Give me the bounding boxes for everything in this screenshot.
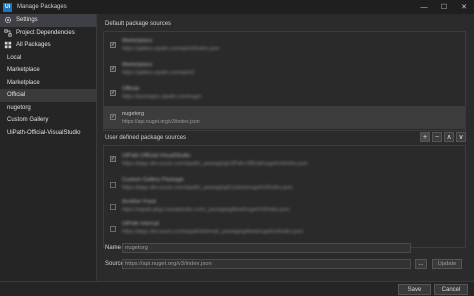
source-checkbox[interactable]: ✓ — [110, 156, 116, 162]
default-sources-list[interactable]: ✓ Marketplace https://gallery.uipath.com… — [103, 31, 466, 131]
sidebar-item-project-dependencies[interactable]: Project Dependencies — [0, 27, 96, 40]
sidebar-item-label: Project Dependencies — [16, 29, 75, 36]
list-item[interactable]: ✓ Marketplace https://gallery.uipath.com… — [104, 58, 465, 80]
sidebar-item-label: Custom Gallery — [7, 117, 49, 124]
sidebar-item-local[interactable]: Local — [0, 52, 96, 65]
name-label: Name — [105, 245, 122, 251]
move-down-button[interactable]: ∨ — [456, 132, 466, 142]
sidebar-item-uipath-official-visualstudio[interactable]: UiPath-Official-VisualStudio — [0, 127, 96, 140]
gear-icon — [4, 16, 12, 24]
close-button[interactable]: ✕ — [454, 0, 474, 14]
cancel-button[interactable]: Cancel — [434, 284, 468, 295]
check-icon: ✓ — [110, 156, 116, 162]
source-checkbox[interactable]: ✓ — [110, 90, 116, 96]
sidebar-item-label: Marketplace — [7, 79, 40, 86]
sidebar-item-label: nugetorg — [7, 104, 31, 111]
dependencies-icon — [4, 29, 12, 37]
list-item[interactable]: ✓ UiPath-Official-VisualStudio https://p… — [104, 150, 465, 170]
check-icon: ✓ — [110, 114, 116, 120]
source-url: https://pkgs.dev.azure.com/uipath/intern… — [122, 229, 304, 235]
source-url: https://gallery.uipath.com/api/v2 — [122, 70, 195, 76]
default-sources-title: Default package sources — [105, 21, 172, 27]
window-controls: — ☐ ✕ — [414, 0, 474, 14]
packages-grid-icon — [4, 41, 12, 49]
sidebar-item-settings[interactable]: Settings — [0, 14, 96, 27]
name-input[interactable]: nugetorg — [122, 243, 411, 253]
sidebar-item-label: Settings — [16, 17, 38, 24]
save-button[interactable]: Save — [398, 284, 431, 295]
source-name: Marketplace — [122, 62, 153, 68]
source-url: https://gallery.uipath.com/api/v3/index.… — [122, 46, 220, 52]
source-url: https://pkgs.dev.azure.com/uipath/_packa… — [122, 185, 293, 191]
sidebar-item-label: Local — [7, 54, 22, 61]
list-item[interactable]: Custom Gallery Package https://pkgs.dev.… — [104, 174, 465, 194]
source-name: Official — [122, 86, 139, 92]
source-checkbox[interactable] — [110, 226, 116, 232]
list-item-selected[interactable]: ✓ nugetorg https://api.nuget.org/v3/inde… — [104, 106, 465, 129]
user-sources-title: User defined package sources — [105, 135, 187, 141]
uipath-logo-icon: Ui — [3, 2, 12, 12]
sidebar-item-all-packages[interactable]: All Packages — [0, 39, 96, 52]
update-button[interactable]: Update — [432, 259, 462, 269]
user-sources-list[interactable]: ✓ UiPath-Official-VisualStudio https://p… — [103, 145, 466, 248]
maximize-button[interactable]: ☐ — [434, 0, 454, 14]
source-checkbox[interactable]: ✓ — [110, 114, 116, 120]
source-checkbox[interactable] — [110, 204, 116, 210]
check-icon: ✓ — [110, 66, 116, 72]
source-name: nugetorg — [122, 111, 145, 117]
sidebar-item-custom-gallery[interactable]: Custom Gallery — [0, 114, 96, 127]
source-name: UiPath Internal — [122, 221, 160, 227]
list-item[interactable]: ✓ Official https://packages.uipath.com/n… — [104, 82, 465, 104]
sidebar-item-marketplace-2[interactable]: Marketplace — [0, 77, 96, 90]
minimize-button[interactable]: — — [414, 0, 434, 14]
source-input[interactable]: https://api.nuget.org/v3/index.json — [122, 259, 411, 269]
source-url: https://uipath.pkgs.visualstudio.com/_pa… — [122, 207, 290, 213]
move-up-button[interactable]: ∧ — [444, 132, 454, 142]
sidebar-item-official[interactable]: Official — [0, 89, 96, 102]
list-item[interactable]: UiPath Internal https://pkgs.dev.azure.c… — [104, 218, 465, 238]
sidebar-item-nugetorg[interactable]: nugetorg — [0, 102, 96, 115]
source-name: UiPath-Official-VisualStudio — [122, 153, 191, 159]
sidebar: Settings Project Dependencies All Packag… — [0, 14, 97, 281]
source-toolbar: + − ∧ ∨ — [420, 132, 466, 142]
source-checkbox[interactable]: ✓ — [110, 42, 116, 48]
add-source-button[interactable]: + — [420, 132, 430, 142]
check-icon: ✓ — [110, 90, 116, 96]
source-url: https://packages.uipath.com/nuget — [122, 94, 202, 100]
source-checkbox[interactable]: ✓ — [110, 66, 116, 72]
sidebar-item-label: UiPath-Official-VisualStudio — [7, 129, 81, 136]
source-url: https://pkgs.dev.azure.com/uipath/_packa… — [122, 161, 308, 167]
settings-panel: Default package sources ✓ Marketplace ht… — [100, 14, 472, 281]
dialog-footer: Save Cancel — [0, 281, 474, 296]
source-checkbox[interactable] — [110, 182, 116, 188]
check-icon: ✓ — [110, 42, 116, 48]
source-name: Marketplace — [122, 38, 153, 44]
source-url: https://api.nuget.org/v3/index.json — [122, 119, 200, 125]
list-item[interactable]: Another Feed https://uipath.pkgs.visuals… — [104, 196, 465, 216]
sidebar-item-label: Official — [7, 92, 26, 99]
list-item[interactable]: ✓ Marketplace https://gallery.uipath.com… — [104, 34, 465, 56]
sidebar-item-label: Marketplace — [7, 67, 40, 74]
source-name: Another Feed — [122, 199, 156, 205]
source-name: Custom Gallery Package — [122, 177, 184, 183]
window-title: Manage Packages — [17, 4, 67, 10]
sidebar-item-label: All Packages — [16, 42, 51, 49]
sidebar-item-marketplace[interactable]: Marketplace — [0, 64, 96, 77]
title-bar: Ui Manage Packages — ☐ ✕ — [0, 0, 474, 14]
remove-source-button[interactable]: − — [432, 132, 442, 142]
browse-button[interactable]: ... — [415, 259, 427, 269]
